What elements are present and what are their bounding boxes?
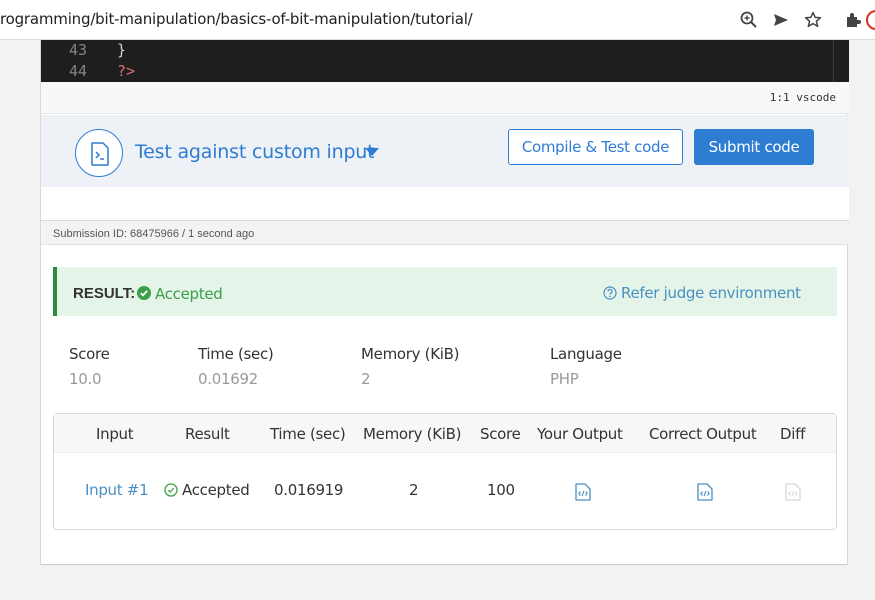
stat-value: 0.01692 [198,370,258,388]
column-header: Score [480,425,521,443]
custom-input-toggle[interactable]: Test against custom input [135,141,375,163]
browser-toolbar: rogramming/bit-manipulation/basics-of-bi… [0,0,875,40]
submission-panel: Submission ID: 68475966 / 1 second ago R… [41,220,849,565]
judge-environment-link[interactable]: Refer judge environment [603,284,801,302]
code-text: ?> [117,62,136,80]
line-number: 44 [68,62,87,80]
correct-output-file-icon[interactable] [697,483,713,506]
result-status: Accepted [155,285,223,303]
submission-id: Submission ID: 68475966 / 1 second ago [53,228,255,240]
stat-value: 10.0 [69,370,102,388]
stat-value: 2 [361,370,371,388]
help-circle-icon [603,286,617,300]
line-number: 43 [68,41,87,59]
column-header: Diff [780,425,806,443]
stat-label: Language [550,345,622,363]
spacer [41,187,849,220]
check-circle-outline-icon [164,483,178,502]
result-label: RESULT: [73,285,136,302]
column-header: Input [96,425,134,443]
stat-label: Time (sec) [198,345,274,363]
judge-link-label: Refer judge environment [621,284,801,302]
terminal-icon[interactable] [75,129,123,177]
diff-file-icon [785,483,801,506]
column-header: Result [185,425,230,443]
table-row: Input #1 Accepted 0.016919 2 100 [54,453,836,529]
profile-avatar[interactable] [866,10,875,30]
editor-mode[interactable]: vscode [796,91,836,104]
cursor-position: 1:1 [769,91,790,104]
zoom-icon[interactable] [739,10,759,30]
row-time: 0.016919 [274,481,344,499]
star-icon[interactable] [803,10,823,30]
column-header: Time (sec) [270,425,346,443]
column-header: Memory (KiB) [363,425,462,443]
check-circle-icon [137,286,151,305]
test-results-table: Input Result Time (sec) Memory (KiB) Sco… [53,413,837,530]
stat-time: Time (sec) 0.01692 [198,345,274,388]
stat-label: Memory (KiB) [361,345,460,363]
editor-status-bar: 1:1 vscode [41,82,849,114]
chevron-down-icon[interactable] [365,148,379,156]
code-editor[interactable]: 43 } 44 ?> [41,40,849,82]
send-icon[interactable] [771,10,791,30]
stat-label: Score [69,345,110,363]
code-text: } [117,41,127,59]
code-submission-card: 43 } 44 ?> 1:1 vscode Test against custo… [40,40,849,565]
compile-test-button[interactable]: Compile & Test code [508,129,683,165]
stat-language: Language PHP [550,345,622,388]
row-score: 100 [487,481,515,499]
stat-score: Score 10.0 [69,345,110,388]
submit-code-button[interactable]: Submit code [694,129,814,165]
test-action-bar: Test against custom input Compile & Test… [41,115,849,187]
result-banner: RESULT: Accepted Refer judge environment [53,267,837,316]
editor-status-text: 1:1 vscode [770,91,836,104]
address-bar-url[interactable]: rogramming/bit-manipulation/basics-of-bi… [0,10,473,28]
row-memory: 2 [409,481,419,499]
input-link[interactable]: Input #1 [85,481,149,499]
submission-header: Submission ID: 68475966 / 1 second ago [41,221,849,245]
stat-memory: Memory (KiB) 2 [361,345,459,388]
column-header: Correct Output [649,425,757,443]
column-header: Your Output [537,425,623,443]
extensions-icon[interactable] [843,10,863,30]
editor-scrollbar[interactable] [833,40,834,82]
your-output-file-icon[interactable] [575,483,591,506]
row-result: Accepted [182,481,250,499]
stat-value: PHP [550,370,579,388]
table-header: Input Result Time (sec) Memory (KiB) Sco… [54,414,836,453]
